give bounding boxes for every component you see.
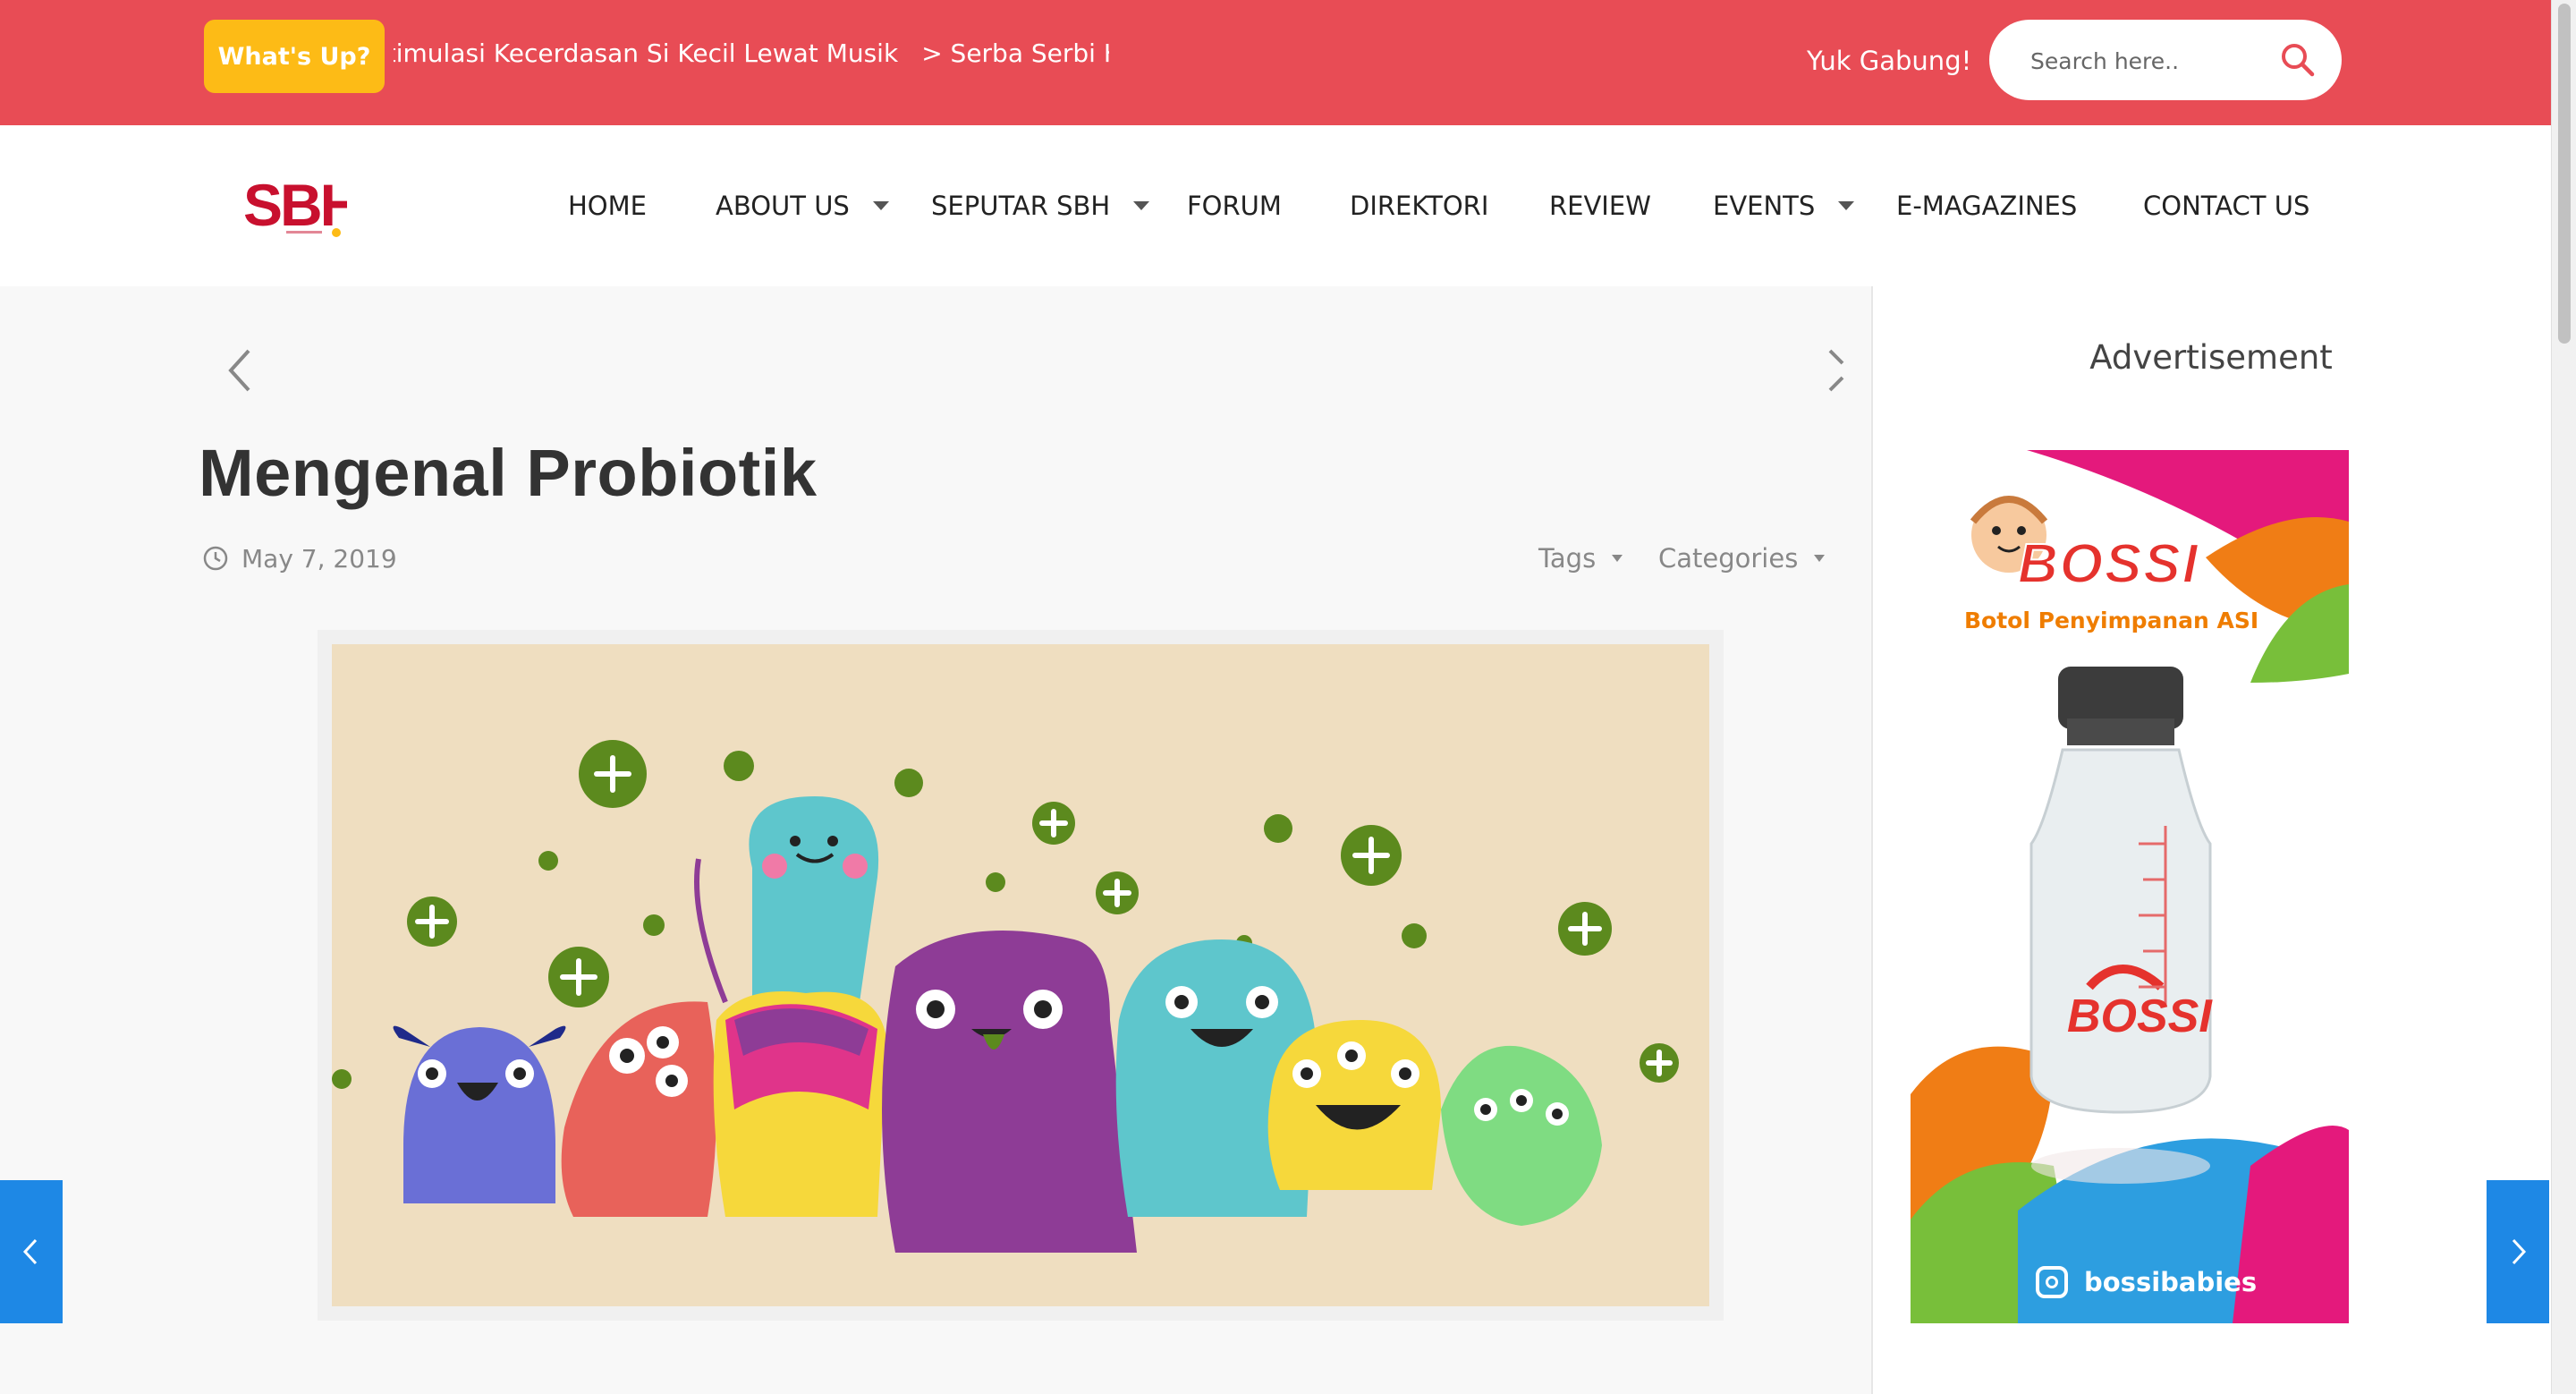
instagram-icon: [2036, 1266, 2068, 1298]
ticker-item[interactable]: > Serba Serbi Kehamilan: [921, 27, 1109, 81]
page-scrollbar[interactable]: [2551, 0, 2576, 1394]
post-date-text: May 7, 2019: [242, 543, 397, 574]
search-icon[interactable]: [2279, 41, 2317, 79]
probiotic-monsters-illustration: [332, 644, 1709, 1306]
scrollbar-thumb[interactable]: [2558, 4, 2571, 344]
nav-label: ABOUT US: [716, 191, 850, 221]
previous-post-arrow-icon[interactable]: [225, 347, 254, 394]
next-post-button[interactable]: [2487, 1180, 2549, 1323]
chevron-down-icon: [1612, 555, 1623, 562]
chevron-down-icon: [872, 201, 889, 210]
news-ticker: Stimulasi Kecerdasan Si Kecil Lewat Musi…: [394, 27, 1109, 81]
search-box: [1989, 20, 2342, 100]
categories-label: Categories: [1658, 543, 1799, 574]
chevron-down-icon: [1814, 555, 1826, 562]
chevron-right-icon: [2512, 1238, 2527, 1265]
nav-about-us[interactable]: ABOUT US: [716, 125, 889, 286]
ad-instagram-handle: bossibabies: [2036, 1266, 2257, 1298]
nav-events[interactable]: EVENTS: [1713, 125, 1855, 286]
tags-label: Tags: [1538, 543, 1597, 574]
nav-label: FORUM: [1187, 191, 1282, 221]
advertisement-heading: Advertisement: [2089, 338, 2333, 377]
nav-label: E-MAGAZINES: [1896, 191, 2078, 221]
nav-home[interactable]: HOME: [568, 125, 647, 286]
chevron-down-icon: [1133, 201, 1150, 210]
nav-label: REVIEW: [1549, 191, 1651, 221]
ticker-item[interactable]: Stimulasi Kecerdasan Si Kecil Lewat Musi…: [394, 27, 898, 81]
categories-dropdown[interactable]: Categories: [1658, 540, 1826, 576]
nav-label: CONTACT US: [2143, 191, 2310, 221]
ad-subtitle: Botol Penyimpanan ASI: [1964, 608, 2259, 633]
site-header: SBH HOME ABOUT US SEPUTAR SBH FORUM DIRE…: [0, 125, 2551, 286]
nav-seputar-sbh[interactable]: SEPUTAR SBH: [931, 125, 1150, 286]
nav-contact-us[interactable]: CONTACT US: [2143, 125, 2309, 286]
tags-dropdown[interactable]: Tags: [1538, 540, 1623, 576]
instagram-handle-text: bossibabies: [2084, 1267, 2258, 1297]
nav-review[interactable]: REVIEW: [1549, 125, 1651, 286]
nav-e-magazines[interactable]: E-MAGAZINES: [1896, 125, 2077, 286]
post-title: Mengenal Probiotik: [199, 436, 818, 510]
nav-forum[interactable]: FORUM: [1187, 125, 1282, 286]
top-bar: What's Up? Stimulasi Kecerdasan Si Kecil…: [0, 0, 2551, 125]
prev-post-button[interactable]: [0, 1180, 63, 1323]
post-date: May 7, 2019: [202, 540, 397, 576]
chevron-down-icon: [1838, 201, 1855, 210]
nav-label: DIREKTORI: [1350, 191, 1489, 221]
clock-icon: [203, 546, 228, 571]
featured-image: [318, 630, 1724, 1321]
chevron-left-icon: [22, 1238, 38, 1265]
main-nav: HOME ABOUT US SEPUTAR SBH FORUM DIREKTOR…: [0, 125, 2551, 286]
ad-brand-logo: BOSSI: [2017, 532, 2199, 596]
nav-direktori[interactable]: DIREKTORI: [1350, 125, 1488, 286]
join-link[interactable]: Yuk Gabung!: [1807, 38, 1971, 84]
search-input[interactable]: [2030, 43, 2272, 79]
nav-label: HOME: [568, 191, 647, 221]
advertisement-banner[interactable]: BOSSI BOSSI Botol Penyimpanan ASI bossib…: [1911, 450, 2349, 1323]
nav-label: EVENTS: [1713, 191, 1816, 221]
bottle-brand: BOSSI: [2067, 990, 2213, 1042]
whats-up-badge: What's Up?: [204, 20, 385, 93]
next-post-arrow-icon[interactable]: [1825, 347, 1846, 394]
nav-label: SEPUTAR SBH: [931, 191, 1111, 221]
